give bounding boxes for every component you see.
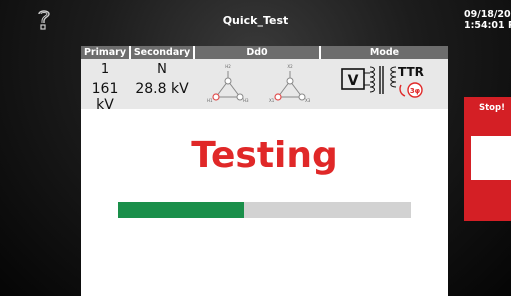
primary-delta-diagram: H2 H1 H3 [207,64,249,103]
transformer-info-row: 1 161 kV N 28.8 kV H2 H1 H3 X2 X1 X3 V T… [81,59,448,113]
mode-ttr-icon: V TTR 3φ [341,65,424,98]
date-text: 09/18/201 [464,9,511,20]
header-mode: Mode [321,46,448,59]
secondary-delta-label-top: X2 [287,64,293,69]
primary-delta-label-top: H2 [225,64,231,69]
primary-delta-label-right: H3 [243,98,249,103]
time-text: 1:54:01 P [464,20,511,31]
datetime: 09/18/201 1:54:01 P [464,9,511,31]
ttr-label: TTR [398,65,424,79]
stop-panel: Stop! [464,97,511,221]
primary-delta-label-left: H1 [207,98,213,103]
phase-label: 3φ [410,87,421,95]
primary-winding: 1 [100,62,110,77]
status-text: Testing [191,135,338,176]
header-primary: Primary [81,46,129,59]
test-title: Quick_Test [222,14,289,27]
stop-button[interactable] [471,136,511,180]
secondary-delta-label-right: X3 [305,98,311,103]
stop-label: Stop! [479,103,505,113]
secondary-winding: N [157,62,167,77]
secondary-delta-label-left: X1 [269,98,275,103]
primary-voltage: 161 kV [91,81,119,113]
progress-fill [118,202,244,218]
test-screen: Quick_Test 09/18/201 1:54:01 P Primary S… [0,0,511,296]
secondary-voltage: 28.8 kV [135,81,189,97]
header-vector-group: Dd0 [195,46,319,59]
secondary-delta-diagram: X2 X1 X3 [269,64,311,103]
header-secondary: Secondary [131,46,193,59]
test-panel: Primary Secondary Dd0 Mode 1 161 kV N 28… [81,46,448,296]
voltage-symbol: V [348,73,359,89]
progress-bar [118,202,411,218]
